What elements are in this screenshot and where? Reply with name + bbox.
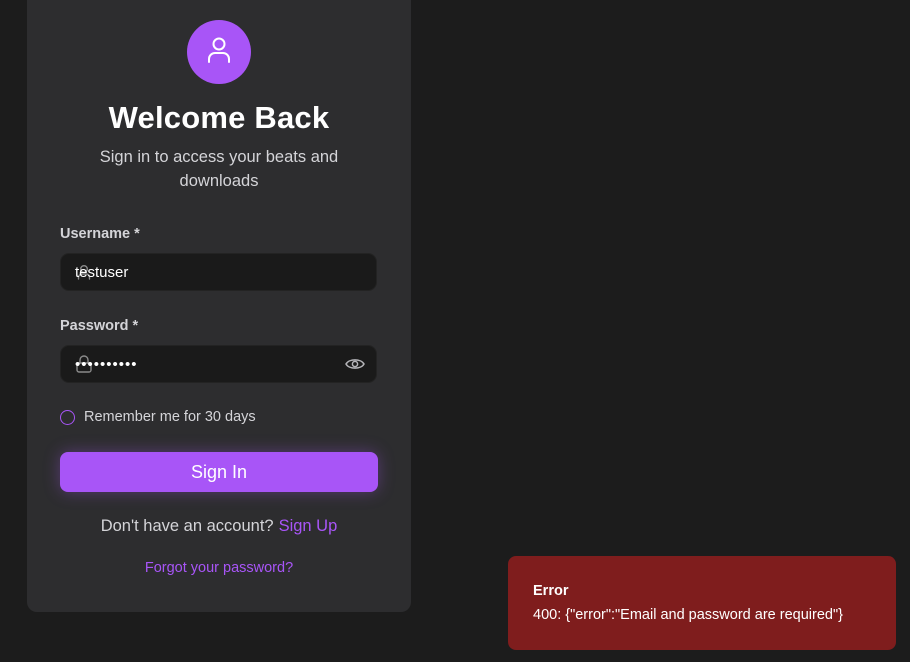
username-label: Username * bbox=[60, 226, 140, 242]
eye-icon[interactable] bbox=[344, 354, 366, 374]
username-input[interactable] bbox=[75, 254, 335, 290]
sign-in-button[interactable]: Sign In bbox=[60, 452, 378, 492]
signup-prompt-text: Don't have an account? bbox=[100, 517, 274, 535]
required-mark: * bbox=[132, 318, 139, 334]
password-label-text: Password bbox=[60, 318, 129, 334]
page-title: Welcome Back bbox=[108, 100, 330, 135]
avatar bbox=[187, 20, 251, 84]
password-label: Password * bbox=[60, 318, 138, 334]
toast-message: 400: {"error":"Email and password are re… bbox=[533, 607, 843, 623]
remember-me-checkbox[interactable]: Remember me for 30 days bbox=[60, 409, 256, 425]
required-mark: * bbox=[134, 226, 140, 242]
error-toast: Error 400: {"error":"Email and password … bbox=[508, 556, 896, 650]
remember-me-radio[interactable] bbox=[60, 409, 75, 425]
remember-me-label: Remember me for 30 days bbox=[84, 409, 256, 425]
page-subtitle: Sign in to access your beats and downloa… bbox=[99, 148, 339, 190]
password-field[interactable] bbox=[60, 345, 377, 383]
user-icon bbox=[206, 36, 232, 69]
forgot-password-link[interactable]: Forgot your password? bbox=[145, 560, 293, 576]
username-field[interactable] bbox=[60, 253, 377, 291]
signup-prompt: Don't have an account? Sign Up bbox=[27, 517, 411, 536]
username-label-text: Username bbox=[60, 226, 131, 242]
password-input[interactable] bbox=[75, 346, 335, 382]
toast-title: Error bbox=[533, 583, 569, 599]
sign-up-link[interactable]: Sign Up bbox=[279, 517, 338, 535]
forgot-password-row: Forgot your password? bbox=[27, 560, 411, 576]
